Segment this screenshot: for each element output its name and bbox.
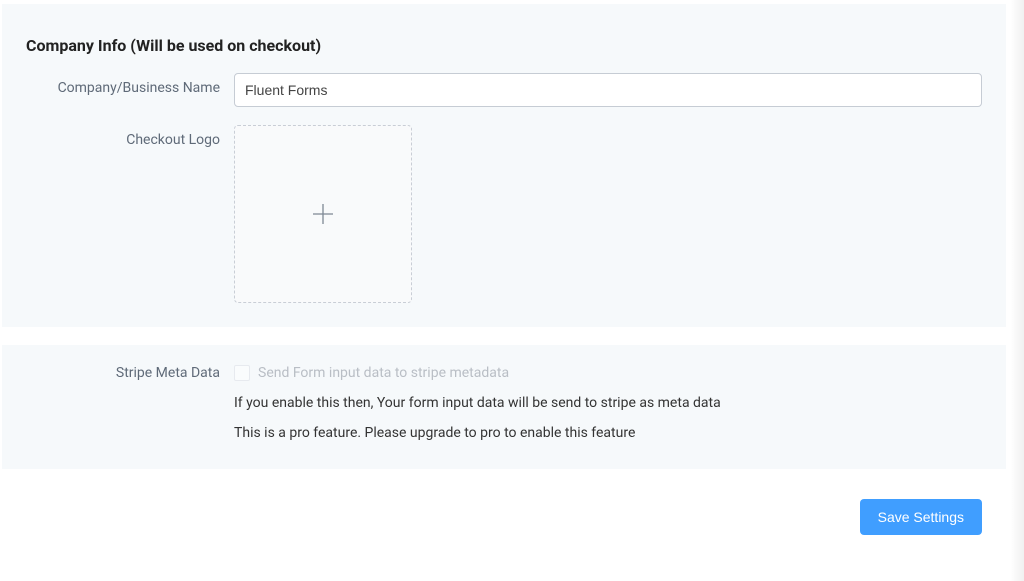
footer: Save Settings — [2, 487, 1006, 535]
save-settings-button[interactable]: Save Settings — [860, 499, 982, 535]
company-info-title: Company Info (Will be used on checkout) — [2, 28, 1006, 73]
stripe-meta-panel: Stripe Meta Data Send Form input data to… — [2, 345, 1006, 469]
stripe-meta-desc-1: If you enable this then, Your form input… — [234, 395, 982, 411]
logo-upload-box[interactable] — [234, 125, 412, 303]
stripe-meta-row: Stripe Meta Data Send Form input data to… — [2, 365, 1006, 441]
stripe-meta-control: Send Form input data to stripe metadata … — [234, 365, 982, 441]
checkout-logo-row: Checkout Logo — [2, 125, 1006, 303]
checkout-logo-label: Checkout Logo — [2, 125, 234, 148]
checkout-logo-control — [234, 125, 982, 303]
business-name-input[interactable] — [234, 73, 982, 107]
stripe-meta-checkbox — [234, 365, 250, 381]
business-name-label: Company/Business Name — [2, 73, 234, 96]
company-info-panel: Company Info (Will be used on checkout) … — [2, 4, 1006, 327]
stripe-meta-label: Stripe Meta Data — [2, 365, 234, 381]
stripe-meta-checkbox-row: Send Form input data to stripe metadata — [234, 365, 982, 381]
business-name-control — [234, 73, 982, 107]
plus-icon — [310, 201, 336, 227]
business-name-row: Company/Business Name — [2, 73, 1006, 107]
stripe-meta-desc-2: This is a pro feature. Please upgrade to… — [234, 425, 982, 441]
stripe-meta-checkbox-label: Send Form input data to stripe metadata — [258, 365, 509, 381]
settings-page: Company Info (Will be used on checkout) … — [0, 0, 1024, 581]
